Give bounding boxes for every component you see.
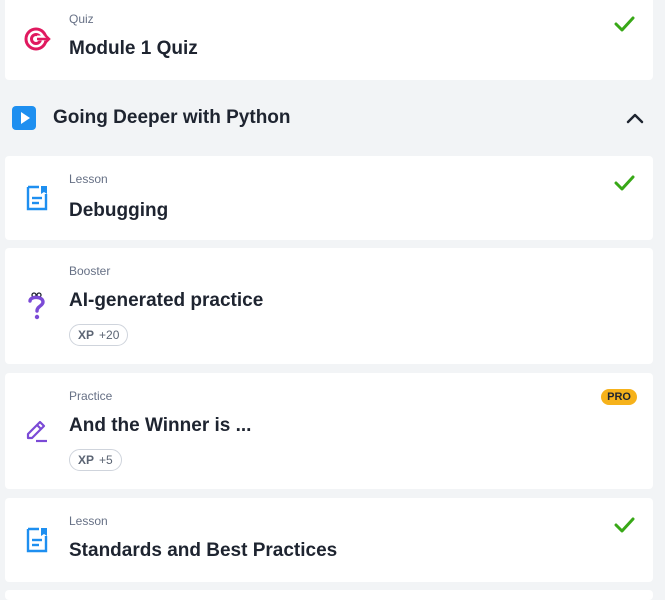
- lesson-card-standards[interactable]: Lesson Standards and Best Practices: [5, 498, 653, 582]
- check-icon: [614, 16, 635, 32]
- xp-badge: XP +20: [69, 324, 129, 346]
- lesson-card-debugging[interactable]: Lesson Debugging: [5, 156, 653, 240]
- xp-value: +20: [99, 328, 120, 342]
- xp-badge: XP +5: [69, 449, 122, 471]
- check-icon: [614, 175, 635, 191]
- item-title: Debugging: [69, 200, 169, 221]
- pro-badge: PRO: [601, 389, 637, 405]
- next-card-edge: [5, 590, 653, 600]
- item-type: Quiz: [69, 12, 94, 26]
- play-icon: [12, 106, 36, 130]
- document-icon: [26, 185, 48, 211]
- item-title: Standards and Best Practices: [69, 540, 338, 561]
- pencil-icon: [26, 420, 47, 443]
- practice-card-winner[interactable]: Practice And the Winner is ... PRO XP +5: [5, 373, 653, 489]
- xp-label: XP: [78, 328, 95, 342]
- chevron-up-icon[interactable]: [625, 108, 645, 128]
- xp-value: +5: [99, 453, 113, 467]
- item-type: Booster: [69, 264, 111, 278]
- item-title: Module 1 Quiz: [69, 38, 198, 59]
- item-type: Practice: [69, 389, 113, 403]
- document-icon: [26, 527, 48, 553]
- check-icon: [614, 517, 635, 533]
- item-type: Lesson: [69, 172, 108, 186]
- item-type: Lesson: [69, 514, 108, 528]
- booster-card-ai-practice[interactable]: Booster AI-generated practice XP +20: [5, 248, 653, 364]
- item-title: AI-generated practice: [69, 290, 264, 311]
- section-title: Going Deeper with Python: [53, 107, 291, 128]
- xp-label: XP: [78, 453, 95, 467]
- target-icon: [24, 27, 51, 51]
- quiz-card[interactable]: Quiz Module 1 Quiz: [5, 0, 653, 80]
- item-title: And the Winner is ...: [69, 415, 252, 436]
- section-header[interactable]: Going Deeper with Python: [0, 96, 665, 140]
- question-icon: [28, 292, 45, 320]
